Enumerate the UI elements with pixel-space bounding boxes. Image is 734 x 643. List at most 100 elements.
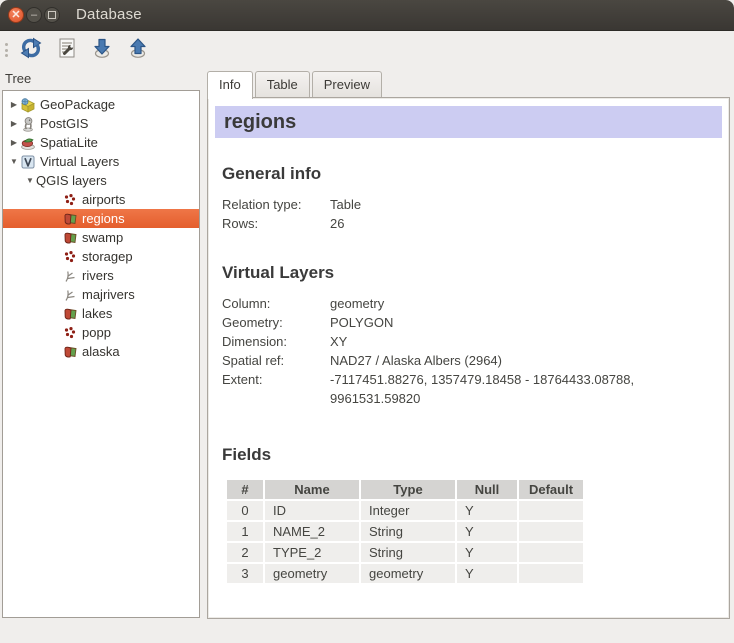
kv-label: Dimension: <box>222 332 330 351</box>
tree-item-storagep[interactable]: storagep <box>3 247 199 266</box>
cell-default <box>519 522 583 541</box>
virtual-layers-heading: Virtual Layers <box>222 263 729 283</box>
kv-row: Rows: 26 <box>222 214 729 233</box>
polygon-layer-icon <box>62 230 78 246</box>
kv-value: NAD27 / Alaska Albers (2964) <box>330 351 502 370</box>
sql-window-icon <box>56 37 78 64</box>
kv-value: geometry <box>330 294 384 313</box>
tree-item-label: swamp <box>82 230 123 245</box>
table-row: 3 geometry geometry Y <box>227 564 583 583</box>
tree-item-label: airports <box>82 192 125 207</box>
line-layer-icon <box>62 268 78 284</box>
chevron-down-icon[interactable]: ▼ <box>24 176 36 185</box>
tree-item-regions[interactable]: regions <box>3 209 199 228</box>
tree-item-majrivers[interactable]: majrivers <box>3 285 199 304</box>
polygon-layer-icon <box>62 306 78 322</box>
cell-type: String <box>361 522 455 541</box>
kv-label: Relation type: <box>222 195 330 214</box>
cell-index: 3 <box>227 564 263 583</box>
cell-type: Integer <box>361 501 455 520</box>
kv-label: Extent: <box>222 370 330 408</box>
export-arrow-icon <box>127 37 149 64</box>
fields-heading: Fields <box>222 445 729 465</box>
refresh-icon <box>20 37 42 64</box>
tree-item-lakes[interactable]: lakes <box>3 304 199 323</box>
tree-item-label: SpatiaLite <box>40 135 98 150</box>
cell-default <box>519 501 583 520</box>
table-row: 2 TYPE_2 String Y <box>227 543 583 562</box>
kv-value: Table <box>330 195 361 214</box>
cell-null: Y <box>457 501 517 520</box>
tree-item-postgis[interactable]: ▶ PostGIS <box>3 114 199 133</box>
close-icon: ✕ <box>11 7 20 23</box>
point-layer-icon <box>62 249 78 265</box>
cell-default <box>519 564 583 583</box>
db-tree: ▶ GeoPackage ▶ <box>2 90 200 618</box>
tree-item-label: rivers <box>82 268 114 283</box>
tree-item-spatialite[interactable]: ▶ SpatiaLite <box>3 133 199 152</box>
kv-value: 26 <box>330 214 344 233</box>
tree-item-airports[interactable]: airports <box>3 190 199 209</box>
tree-item-geopackage[interactable]: ▶ GeoPackage <box>3 95 199 114</box>
spatialite-icon <box>20 135 36 151</box>
sql-window-button[interactable] <box>53 36 81 64</box>
close-button[interactable]: ✕ <box>8 7 24 23</box>
cell-name: geometry <box>265 564 359 583</box>
kv-row: Relation type: Table <box>222 195 729 214</box>
kv-row: Spatial ref: NAD27 / Alaska Albers (2964… <box>222 351 729 370</box>
tab-info[interactable]: Info <box>207 71 253 99</box>
kv-row: Dimension: XY <box>222 332 729 351</box>
tab-preview[interactable]: Preview <box>312 71 382 97</box>
tab-table[interactable]: Table <box>255 71 310 97</box>
tree-item-popp[interactable]: popp <box>3 323 199 342</box>
tree-panel-label: Tree <box>5 71 31 86</box>
fields-table: # Name Type Null Default 0 ID Integer Y … <box>225 478 585 585</box>
col-header-index: # <box>227 480 263 499</box>
cell-name: ID <box>265 501 359 520</box>
tree-item-alaska[interactable]: alaska <box>3 342 199 361</box>
chevron-right-icon[interactable]: ▶ <box>8 138 20 147</box>
cell-name: NAME_2 <box>265 522 359 541</box>
geopackage-icon <box>20 97 36 113</box>
tree-item-virtual-layers[interactable]: ▼ Virtual Layers <box>3 152 199 171</box>
tree-item-label: regions <box>82 211 125 226</box>
general-info-list: Relation type: Table Rows: 26 <box>222 195 729 233</box>
import-arrow-icon <box>91 37 113 64</box>
tree-item-label: lakes <box>82 306 112 321</box>
cell-name: TYPE_2 <box>265 543 359 562</box>
col-header-type: Type <box>361 480 455 499</box>
kv-label: Rows: <box>222 214 330 233</box>
maximize-button[interactable] <box>44 7 60 23</box>
export-layer-button[interactable] <box>124 36 152 64</box>
col-header-null: Null <box>457 480 517 499</box>
cell-null: Y <box>457 543 517 562</box>
table-row: 0 ID Integer Y <box>227 501 583 520</box>
tree-item-swamp[interactable]: swamp <box>3 228 199 247</box>
cell-index: 0 <box>227 501 263 520</box>
cell-default <box>519 543 583 562</box>
titlebar: ✕ – Database <box>0 0 734 31</box>
kv-value: XY <box>330 332 347 351</box>
kv-value: -7117451.88276, 1357479.18458 - 18764433… <box>330 370 716 408</box>
tree-item-qgis-layers[interactable]: ▼ QGIS layers <box>3 171 199 190</box>
database-window: ✕ – Database <box>0 0 734 643</box>
kv-value: POLYGON <box>330 313 393 332</box>
tree-item-label: popp <box>82 325 111 340</box>
kv-row: Column: geometry <box>222 294 729 313</box>
col-header-default: Default <box>519 480 583 499</box>
tree-item-rivers[interactable]: rivers <box>3 266 199 285</box>
import-layer-button[interactable] <box>88 36 116 64</box>
kv-label: Geometry: <box>222 313 330 332</box>
tree-item-label: alaska <box>82 344 120 359</box>
tree-item-label: GeoPackage <box>40 97 115 112</box>
cell-type: String <box>361 543 455 562</box>
refresh-button[interactable] <box>17 36 45 64</box>
chevron-down-icon[interactable]: ▼ <box>8 157 20 166</box>
chevron-right-icon[interactable]: ▶ <box>8 100 20 109</box>
minimize-button[interactable]: – <box>26 7 42 23</box>
fields-header-row: # Name Type Null Default <box>227 480 583 499</box>
chevron-right-icon[interactable]: ▶ <box>8 119 20 128</box>
toolbar-drag-handle[interactable] <box>5 43 9 57</box>
cell-null: Y <box>457 522 517 541</box>
virtual-layers-icon <box>20 154 36 170</box>
